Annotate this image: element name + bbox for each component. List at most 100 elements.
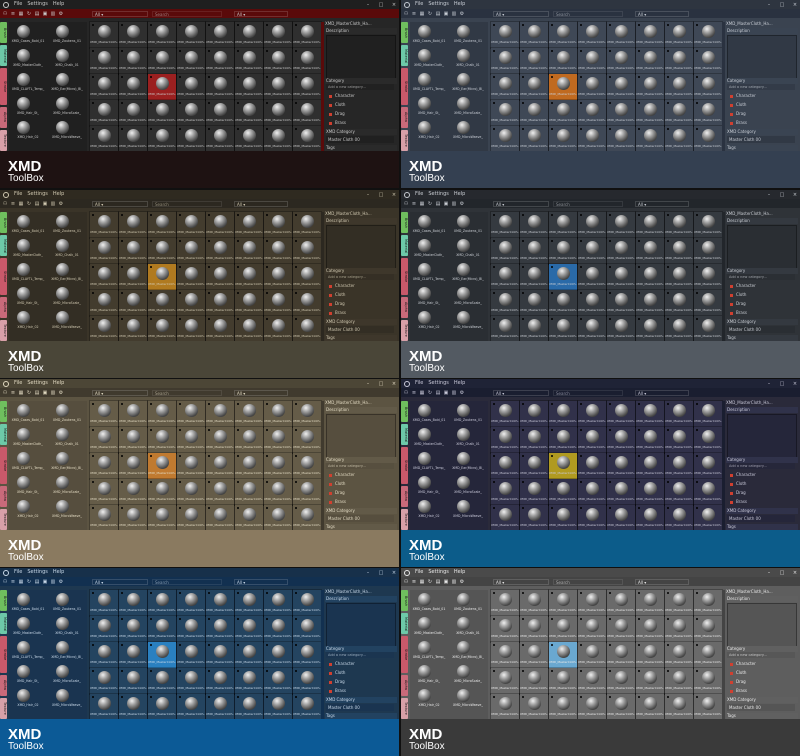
- brush-cell[interactable]: XMD_MasterCloth...: [548, 211, 578, 239]
- category-item[interactable]: Character: [730, 282, 790, 290]
- brush-cell[interactable]: XMD_MasterCloth...: [147, 478, 177, 506]
- brush-cell[interactable]: XMD_MasterCloth...: [176, 504, 206, 532]
- brush-cell[interactable]: XMD_MasterCloth...: [577, 73, 607, 101]
- menu-item-help[interactable]: Help: [454, 568, 465, 577]
- brush-cell[interactable]: XMD_MasterCloth...: [205, 589, 235, 617]
- library-item[interactable]: XMD_Hair_02: [410, 120, 448, 142]
- brush-cell[interactable]: XMD_MasterCloth...: [176, 125, 206, 153]
- brush-cell[interactable]: XMD_MasterCloth...: [548, 73, 578, 101]
- brush-cell[interactable]: XMD_MasterCloth...: [118, 667, 148, 695]
- side-tab-alpha[interactable]: Alpha: [401, 674, 408, 696]
- category-checkbox[interactable]: [730, 671, 733, 675]
- brush-cell[interactable]: XMD_MasterCloth...: [606, 315, 636, 343]
- close-icon[interactable]: ×: [792, 381, 798, 387]
- brush-cell[interactable]: XMD_MasterCloth...: [548, 315, 578, 343]
- brush-cell[interactable]: XMD_MasterCloth...: [490, 237, 520, 265]
- brush-cell[interactable]: XMD_MasterCloth...: [263, 641, 293, 669]
- book-icon[interactable]: ▥: [451, 11, 457, 17]
- brush-cell[interactable]: XMD_MasterCloth...: [693, 478, 723, 506]
- category-checkbox[interactable]: [329, 473, 332, 477]
- library-item[interactable]: XMD_MicroWeave_: [449, 120, 487, 142]
- minimize-icon[interactable]: –: [766, 2, 772, 8]
- close-icon[interactable]: ×: [391, 2, 397, 8]
- brush-cell[interactable]: XMD_MasterCloth...: [519, 99, 549, 127]
- close-icon[interactable]: ×: [792, 192, 798, 198]
- brush-cell[interactable]: XMD_MasterCloth...: [519, 504, 549, 532]
- brush-cell[interactable]: XMD_MasterCloth...: [490, 263, 520, 291]
- minimize-icon[interactable]: –: [365, 2, 371, 8]
- brush-cell[interactable]: XMD_MasterCloth...: [664, 211, 694, 239]
- brush-cell[interactable]: XMD_MasterCloth...: [548, 21, 578, 49]
- brush-cell[interactable]: XMD_MasterCloth...: [577, 237, 607, 265]
- brush-cell[interactable]: XMD_MasterCloth...: [635, 615, 665, 643]
- library-item[interactable]: XMD_MasterCloth_: [410, 48, 448, 70]
- grid-scrollbar[interactable]: [722, 401, 725, 530]
- menu-item-settings[interactable]: Settings: [27, 190, 48, 199]
- library-item[interactable]: XMD_MicroWeave_: [48, 310, 86, 332]
- brush-cell[interactable]: XMD_MasterCloth...: [490, 400, 520, 428]
- brush-cell[interactable]: XMD_MasterCloth...: [548, 125, 578, 153]
- library-item[interactable]: XMD_CLAYTL_Temp_: [410, 451, 448, 473]
- side-tab-stroke[interactable]: Stroke: [401, 68, 408, 105]
- brush-cell[interactable]: XMD_MasterCloth...: [664, 693, 694, 721]
- brush-cell[interactable]: XMD_MasterCloth...: [147, 426, 177, 454]
- brush-cell[interactable]: XMD_MasterCloth...: [118, 47, 148, 75]
- library-item[interactable]: XMD_Hair_St_: [9, 96, 47, 118]
- brush-cell[interactable]: XMD_MasterCloth...: [519, 400, 549, 428]
- brush-cell[interactable]: XMD_MasterCloth...: [234, 478, 264, 506]
- brush-cell[interactable]: XMD_MasterCloth...: [664, 125, 694, 153]
- brush-cell[interactable]: XMD_MasterCloth...: [490, 589, 520, 617]
- brush-cell[interactable]: XMD_MasterCloth...: [548, 47, 578, 75]
- brush-cell[interactable]: XMD_MasterCloth...: [635, 315, 665, 343]
- category-filter-select[interactable]: All ▾: [92, 200, 148, 207]
- brush-cell[interactable]: XMD_MasterCloth...: [234, 426, 264, 454]
- brush-cell[interactable]: XMD_MasterCloth...: [664, 478, 694, 506]
- library-item[interactable]: XMD_Cases_Bold_01: [410, 214, 448, 236]
- brush-cell[interactable]: XMD_MasterCloth...: [693, 452, 723, 480]
- brush-cell[interactable]: XMD_MasterCloth...: [693, 667, 723, 695]
- brush-cell[interactable]: XMD_MasterCloth...: [577, 504, 607, 532]
- library-item[interactable]: XMD_MicroWeave_: [449, 310, 487, 332]
- brush-cell[interactable]: XMD_MasterCloth...: [234, 237, 264, 265]
- brush-cell[interactable]: XMD_MasterCloth...: [519, 211, 549, 239]
- brush-cell[interactable]: XMD_MasterCloth...: [176, 21, 206, 49]
- brush-cell[interactable]: XMD_MasterCloth...: [577, 426, 607, 454]
- brush-cell[interactable]: XMD_MasterCloth...: [234, 99, 264, 127]
- category-filter-select[interactable]: All ▾: [493, 10, 549, 17]
- settings-icon[interactable]: ⚙: [58, 11, 64, 17]
- category-checkbox[interactable]: [329, 121, 332, 125]
- minimize-icon[interactable]: –: [766, 570, 772, 576]
- grid-icon[interactable]: ▦: [419, 579, 425, 585]
- brush-cell[interactable]: XMD_MasterCloth...: [635, 400, 665, 428]
- library-item[interactable]: XMD_CLAYTL_Temp_: [9, 72, 47, 94]
- folder-icon[interactable]: ▤: [34, 390, 40, 396]
- brush-cell[interactable]: XMD_MasterCloth...: [263, 400, 293, 428]
- library-item[interactable]: XMD_MicroWeave_: [48, 499, 86, 521]
- category-checkbox[interactable]: [329, 680, 332, 684]
- close-icon[interactable]: ×: [391, 381, 397, 387]
- side-tab-brush[interactable]: Brush: [0, 22, 7, 44]
- brush-cell[interactable]: XMD_MasterCloth...: [89, 478, 119, 506]
- brush-cell[interactable]: XMD_MasterCloth...: [693, 21, 723, 49]
- brush-cell[interactable]: XMD_MasterCloth...: [118, 589, 148, 617]
- category-checkbox[interactable]: [329, 103, 332, 107]
- side-tab-brush[interactable]: Brush: [401, 22, 408, 44]
- brush-cell[interactable]: XMD_MasterCloth...: [176, 426, 206, 454]
- category-checkbox[interactable]: [329, 311, 332, 315]
- brush-cell[interactable]: XMD_MasterCloth...: [292, 641, 322, 669]
- library-item[interactable]: XMD_Hair_St_: [9, 475, 47, 497]
- add-category-input[interactable]: Add a new category...: [326, 84, 394, 90]
- category-item[interactable]: Character: [329, 282, 389, 290]
- list-icon[interactable]: ≡: [411, 390, 417, 396]
- description-textarea[interactable]: [326, 35, 396, 79]
- library-item[interactable]: XMD_Ear(Micro)_Bl_: [449, 451, 487, 473]
- category-checkbox[interactable]: [329, 662, 332, 666]
- side-tab-brush[interactable]: Brush: [401, 401, 408, 423]
- brush-cell[interactable]: XMD_MasterCloth...: [292, 211, 322, 239]
- category-item[interactable]: Cloth: [329, 480, 389, 488]
- category-filter-select[interactable]: All ▾: [493, 389, 549, 396]
- side-tab-material[interactable]: Material: [401, 235, 408, 257]
- side-tab-texture[interactable]: Texture: [401, 129, 408, 151]
- settings-icon[interactable]: ⚙: [459, 390, 465, 396]
- brush-cell[interactable]: XMD_MasterCloth...: [176, 452, 206, 480]
